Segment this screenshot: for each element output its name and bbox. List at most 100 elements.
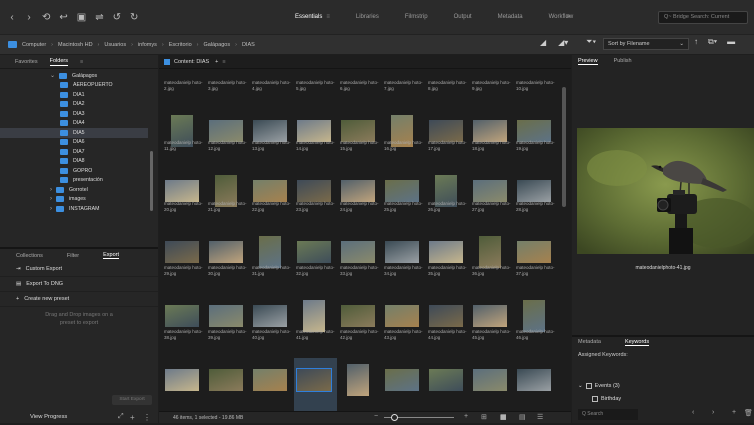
start-export-button[interactable]: Start Export: [112, 395, 152, 405]
thumbnail-label[interactable]: mateodanielp hoto-20.jpg: [164, 201, 207, 213]
more-workspaces-icon[interactable]: »: [566, 11, 570, 20]
thumbnail-label[interactable]: mateodanielp hoto-2.jpg: [164, 80, 207, 92]
view-progress-label[interactable]: View Progress: [30, 414, 67, 420]
ascending-icon[interactable]: ↑: [694, 37, 698, 47]
thumbnail-label[interactable]: mateodanielp hoto-33.jpg: [340, 265, 383, 277]
thumbnail-image[interactable]: [296, 368, 332, 392]
breadcrumb-5[interactable]: Galápagos: [204, 42, 231, 48]
camera-icon[interactable]: ▣: [77, 12, 86, 23]
thumbnail-image[interactable]: [253, 369, 287, 391]
thumbnail-label[interactable]: mateodanielp hoto-13.jpg: [252, 140, 295, 152]
thumbnail-label[interactable]: mateodanielp hoto-25.jpg: [384, 201, 427, 213]
breadcrumb-1[interactable]: Macintosh HD: [58, 42, 93, 48]
thumbnail-label[interactable]: mateodanielp hoto-31.jpg: [252, 265, 295, 277]
thumbnail-label[interactable]: mateodanielp hoto-34.jpg: [384, 265, 427, 277]
grid-lock-icon[interactable]: ⊞: [481, 413, 487, 421]
tab-collections[interactable]: Collections: [16, 253, 43, 259]
thumbnail-label[interactable]: mateodanielp hoto-24.jpg: [340, 201, 383, 213]
thumbnail-image[interactable]: [385, 369, 419, 391]
return-icon[interactable]: ↩: [59, 12, 67, 23]
export-item[interactable]: ⇥ Custom Export: [0, 262, 158, 277]
zoom-in-icon[interactable]: +: [464, 413, 468, 420]
tab-folders[interactable]: Folders: [49, 58, 68, 66]
thumbnail-image[interactable]: [209, 120, 243, 142]
chevron-right-icon[interactable]: ›: [50, 196, 52, 202]
thumbnail-image[interactable]: [429, 241, 463, 263]
thumbnail-label[interactable]: mateodanielp hoto-6.jpg: [340, 80, 383, 92]
thumbnail-label[interactable]: mateodanielp hoto-42.jpg: [340, 329, 383, 341]
folder-item[interactable]: › Gorrotel: [0, 185, 148, 195]
thumbnail-image[interactable]: [429, 369, 463, 391]
tab-workflow[interactable]: Workflow: [536, 0, 587, 34]
thumbnail-image[interactable]: [297, 120, 331, 142]
thumbnail-label[interactable]: mateodanielp hoto-10.jpg: [516, 80, 559, 92]
thumbnail-image[interactable]: [341, 305, 375, 327]
tab-menu-icon[interactable]: ≡: [222, 59, 225, 65]
bridge-search-input[interactable]: Q~ Bridge Search: Current: [658, 11, 748, 24]
thumbnail-image[interactable]: [209, 369, 243, 391]
folder-item[interactable]: › images: [0, 195, 148, 205]
tab-export[interactable]: Export: [103, 252, 120, 259]
rotate-right-icon[interactable]: ↻: [130, 12, 138, 23]
folder-item[interactable]: DIA4: [0, 119, 148, 129]
quality-icon[interactable]: ◢: [540, 38, 546, 47]
keyword-search-input[interactable]: Q Search: [578, 409, 638, 420]
breadcrumb-3[interactable]: infomys: [138, 42, 157, 48]
folder-item[interactable]: DIA6: [0, 138, 148, 148]
thumbnail-image[interactable]: [473, 305, 507, 327]
thumbnail-label[interactable]: mateodanielp hoto-23.jpg: [296, 201, 339, 213]
thumbnail-label[interactable]: mateodanielp hoto-4.jpg: [252, 80, 295, 92]
thumbnail-image[interactable]: [429, 305, 463, 327]
thumbnail-label[interactable]: mateodanielp hoto-40.jpg: [252, 329, 295, 341]
tab-metadata[interactable]: Metadata: [578, 339, 601, 345]
thumbnail-label[interactable]: mateodanielp hoto-3.jpg: [208, 80, 251, 92]
thumbnail-label[interactable]: mateodanielp hoto-22.jpg: [252, 201, 295, 213]
thumbnail-image[interactable]: [297, 241, 331, 263]
list-view-icon[interactable]: ☰: [537, 413, 543, 421]
thumbnail-image[interactable]: [347, 364, 369, 396]
thumbnail-label[interactable]: mateodanielp hoto-14.jpg: [296, 140, 339, 152]
thumbnail-view-icon[interactable]: ▦: [500, 413, 507, 421]
quality-menu-icon[interactable]: ◢▾: [558, 38, 568, 47]
folder-item[interactable]: DIA8: [0, 157, 148, 167]
thumbnail-label[interactable]: mateodanielp hoto-28.jpg: [516, 201, 559, 213]
thumbnail-image[interactable]: [523, 300, 545, 332]
thumbnail-label[interactable]: mateodanielp hoto-36.jpg: [472, 265, 515, 277]
thumbnail-image[interactable]: [259, 236, 281, 268]
add-icon[interactable]: +: [130, 413, 135, 422]
thumbnail-image[interactable]: [303, 300, 325, 332]
tab-preview[interactable]: Preview: [578, 58, 598, 65]
thumbnail-label[interactable]: mateodanielp hoto-5.jpg: [296, 80, 339, 92]
thumbnail-image[interactable]: [209, 241, 243, 263]
folder-item[interactable]: ⌄ Galápagos: [0, 71, 148, 81]
thumbnail-label[interactable]: mateodanielp hoto-32.jpg: [296, 265, 339, 277]
thumbnail-image[interactable]: [297, 180, 331, 202]
prev-icon[interactable]: ‹: [692, 409, 694, 416]
folder-item[interactable]: DIA1: [0, 90, 148, 100]
thumbnail-image[interactable]: [385, 241, 419, 263]
folder-item[interactable]: DIA5: [0, 128, 148, 138]
details-view-icon[interactable]: ▤: [519, 413, 526, 421]
thumbnail-label[interactable]: mateodanielp hoto-37.jpg: [516, 265, 559, 277]
add-tab-icon[interactable]: +: [215, 59, 218, 65]
thumbnail-label[interactable]: mateodanielp hoto-46.jpg: [516, 329, 559, 341]
thumbnail-label[interactable]: mateodanielp hoto-29.jpg: [164, 265, 207, 277]
thumbnail-image[interactable]: [385, 305, 419, 327]
thumbnail-image[interactable]: [517, 120, 551, 142]
tab-metadata[interactable]: Metadata: [485, 0, 536, 34]
content-scrollbar[interactable]: [562, 87, 566, 397]
thumbnail-image[interactable]: [473, 120, 507, 142]
thumbnail-label[interactable]: mateodanielp hoto-19.jpg: [516, 140, 559, 152]
tab-essentials[interactable]: Essentials ≡: [282, 0, 343, 34]
thumbnail-image[interactable]: [253, 120, 287, 142]
refine-icon[interactable]: ⇌: [95, 12, 103, 23]
sort-select[interactable]: Sort by Filename ⌄: [603, 38, 689, 50]
thumbnail-image[interactable]: [165, 369, 199, 391]
thumbnail-image[interactable]: [165, 180, 199, 202]
breadcrumb-4[interactable]: Escritorio: [169, 42, 192, 48]
folder-item[interactable]: DIA2: [0, 100, 148, 110]
thumbnail-image[interactable]: [253, 180, 287, 202]
folder-item[interactable]: presentación: [0, 176, 148, 186]
keyword-checkbox[interactable]: [585, 383, 592, 389]
tab-libraries[interactable]: Libraries: [343, 0, 392, 34]
